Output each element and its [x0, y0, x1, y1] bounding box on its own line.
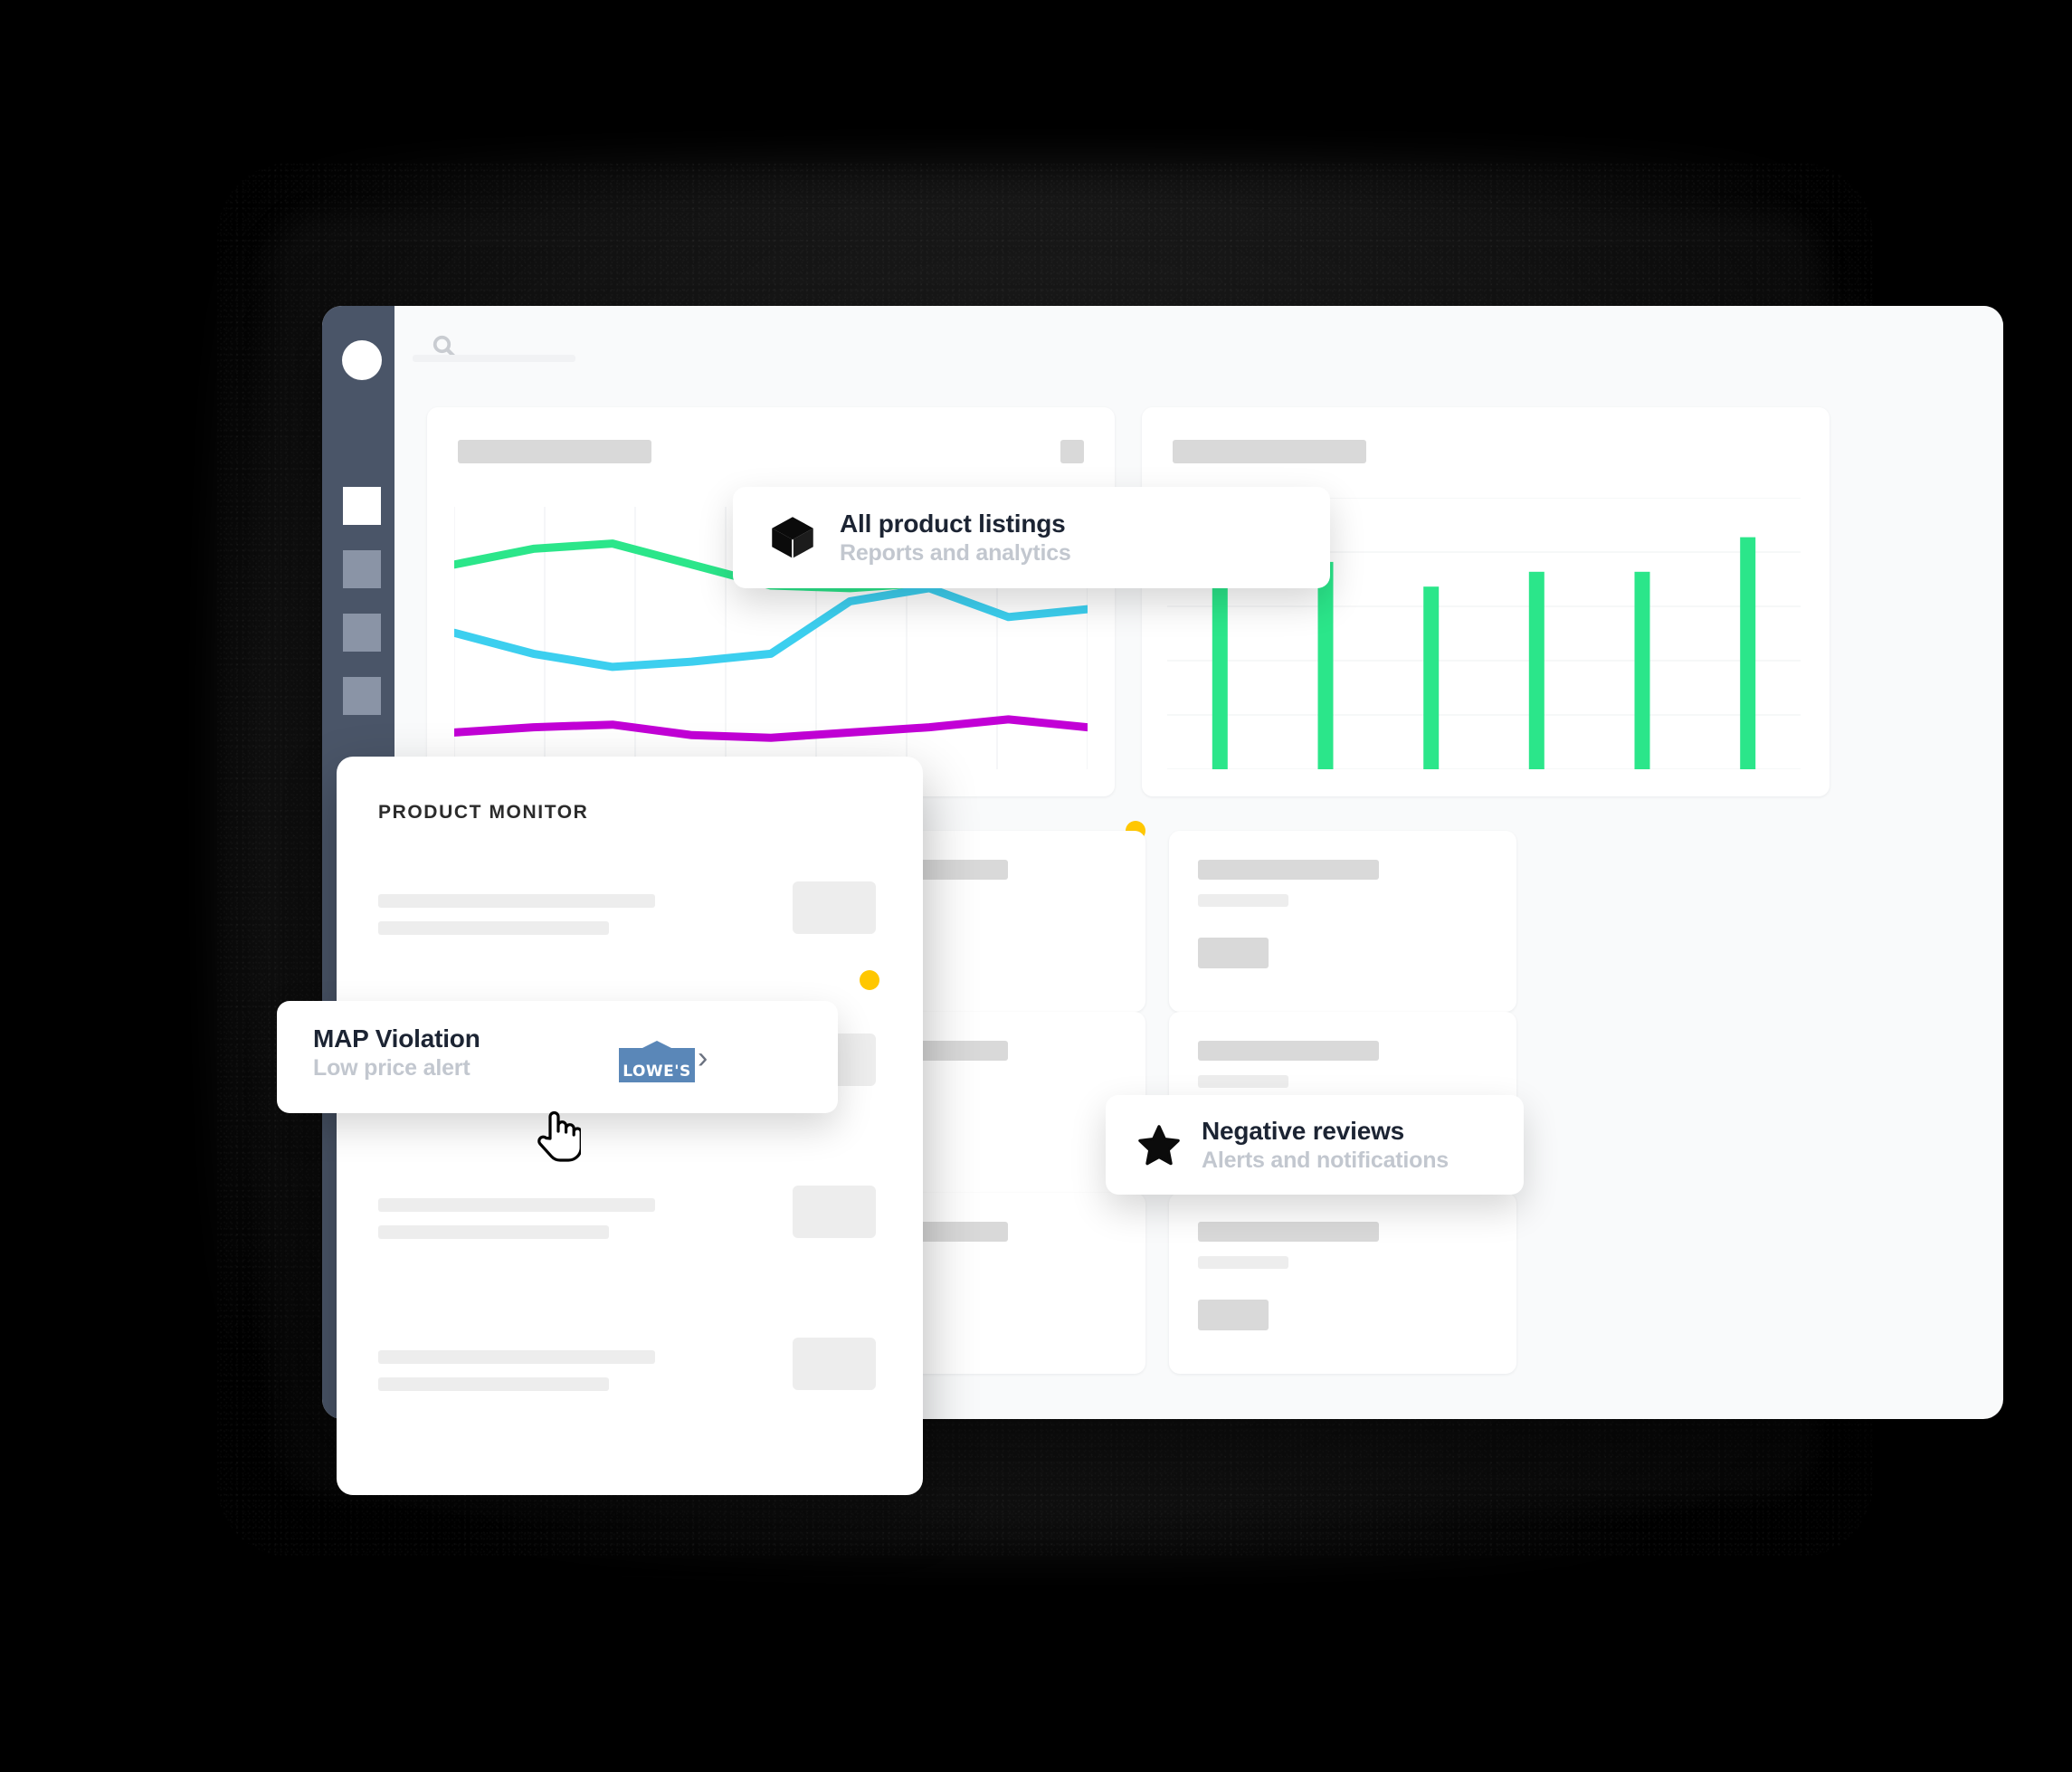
product-monitor-row-title-skeleton — [378, 894, 655, 908]
product-monitor-panel: PRODUCT MONITOR — [337, 757, 923, 1495]
star-icon — [1138, 1125, 1180, 1166]
chevron-right-icon[interactable]: › — [698, 1041, 708, 1076]
product-monitor-row-thumbnail — [793, 1186, 876, 1238]
line-chart-menu-icon[interactable] — [1060, 440, 1084, 463]
map-violation-subtitle: Low price alert — [313, 1055, 470, 1081]
product-monitor-row-subtitle-skeleton — [378, 1377, 609, 1391]
product-monitor-row-subtitle-skeleton — [378, 1225, 609, 1239]
line-chart-card — [427, 407, 1115, 796]
map-violation-title: MAP Violation — [313, 1024, 480, 1053]
product-monitor-row-subtitle-skeleton — [378, 921, 609, 935]
all-product-listings-subtitle: Reports and analytics — [840, 539, 1071, 566]
lowes-wordmark: LOWE'S — [623, 1062, 691, 1081]
grid-card-value-skeleton — [1198, 938, 1269, 968]
product-monitor-row-thumbnail — [793, 1338, 876, 1390]
negative-reviews-subtitle: Alerts and notifications — [1202, 1147, 1449, 1173]
negative-reviews-title: Negative reviews — [1202, 1116, 1405, 1145]
negative-reviews-chip[interactable]: Negative reviews Alerts and notification… — [1106, 1095, 1524, 1195]
bar-2 — [1317, 561, 1334, 769]
line-series-magenta — [454, 715, 1088, 742]
cube-icon — [772, 517, 813, 558]
product-monitor-row-thumbnail — [793, 881, 876, 934]
all-product-listings-title: All product listings — [840, 509, 1066, 538]
sidebar-item-settings[interactable] — [343, 677, 381, 715]
grid-card-value-skeleton — [1198, 1300, 1269, 1330]
product-monitor-row-title-skeleton — [378, 1350, 655, 1364]
lowes-logo: LOWE'S — [619, 1041, 695, 1082]
bar-chart-card — [1142, 407, 1830, 796]
search-input[interactable] — [413, 355, 575, 362]
grid-card[interactable] — [1169, 1193, 1516, 1374]
bar-3 — [1423, 586, 1440, 769]
sidebar-item-catalog[interactable] — [343, 550, 381, 588]
map-violation-status-badge — [860, 970, 879, 990]
grid-card-title-skeleton — [1198, 1041, 1379, 1061]
grid-card[interactable] — [1169, 831, 1516, 1012]
grid-card-subtitle-skeleton — [1198, 1075, 1288, 1088]
grid-card-subtitle-skeleton — [1198, 1256, 1288, 1269]
sidebar-item-alerts[interactable] — [343, 614, 381, 652]
screenshot-stage: PRODUCT MONITOR All product listings Rep… — [0, 0, 2072, 1772]
grid-card-title-skeleton — [1198, 860, 1379, 880]
avatar[interactable] — [342, 340, 382, 380]
product-monitor-row-title-skeleton — [378, 1198, 655, 1212]
all-product-listings-chip[interactable]: All product listings Reports and analyti… — [733, 487, 1330, 588]
pointer-hand-cursor — [537, 1110, 581, 1162]
bar-6 — [1740, 537, 1756, 769]
bar-chart-title-skeleton — [1173, 440, 1366, 463]
line-series-cyan — [454, 584, 1088, 672]
grid-card-subtitle-skeleton — [1198, 894, 1288, 907]
line-chart-title-skeleton — [458, 440, 651, 463]
grid-card-title-skeleton — [1198, 1222, 1379, 1242]
bar-5 — [1634, 571, 1650, 769]
sidebar-item-dashboard[interactable] — [343, 487, 381, 525]
map-violation-chip[interactable]: MAP Violation Low price alert LOWE'S › — [277, 1001, 838, 1113]
topbar — [394, 306, 2003, 389]
bar-4 — [1528, 571, 1544, 769]
product-monitor-heading: PRODUCT MONITOR — [378, 802, 589, 823]
